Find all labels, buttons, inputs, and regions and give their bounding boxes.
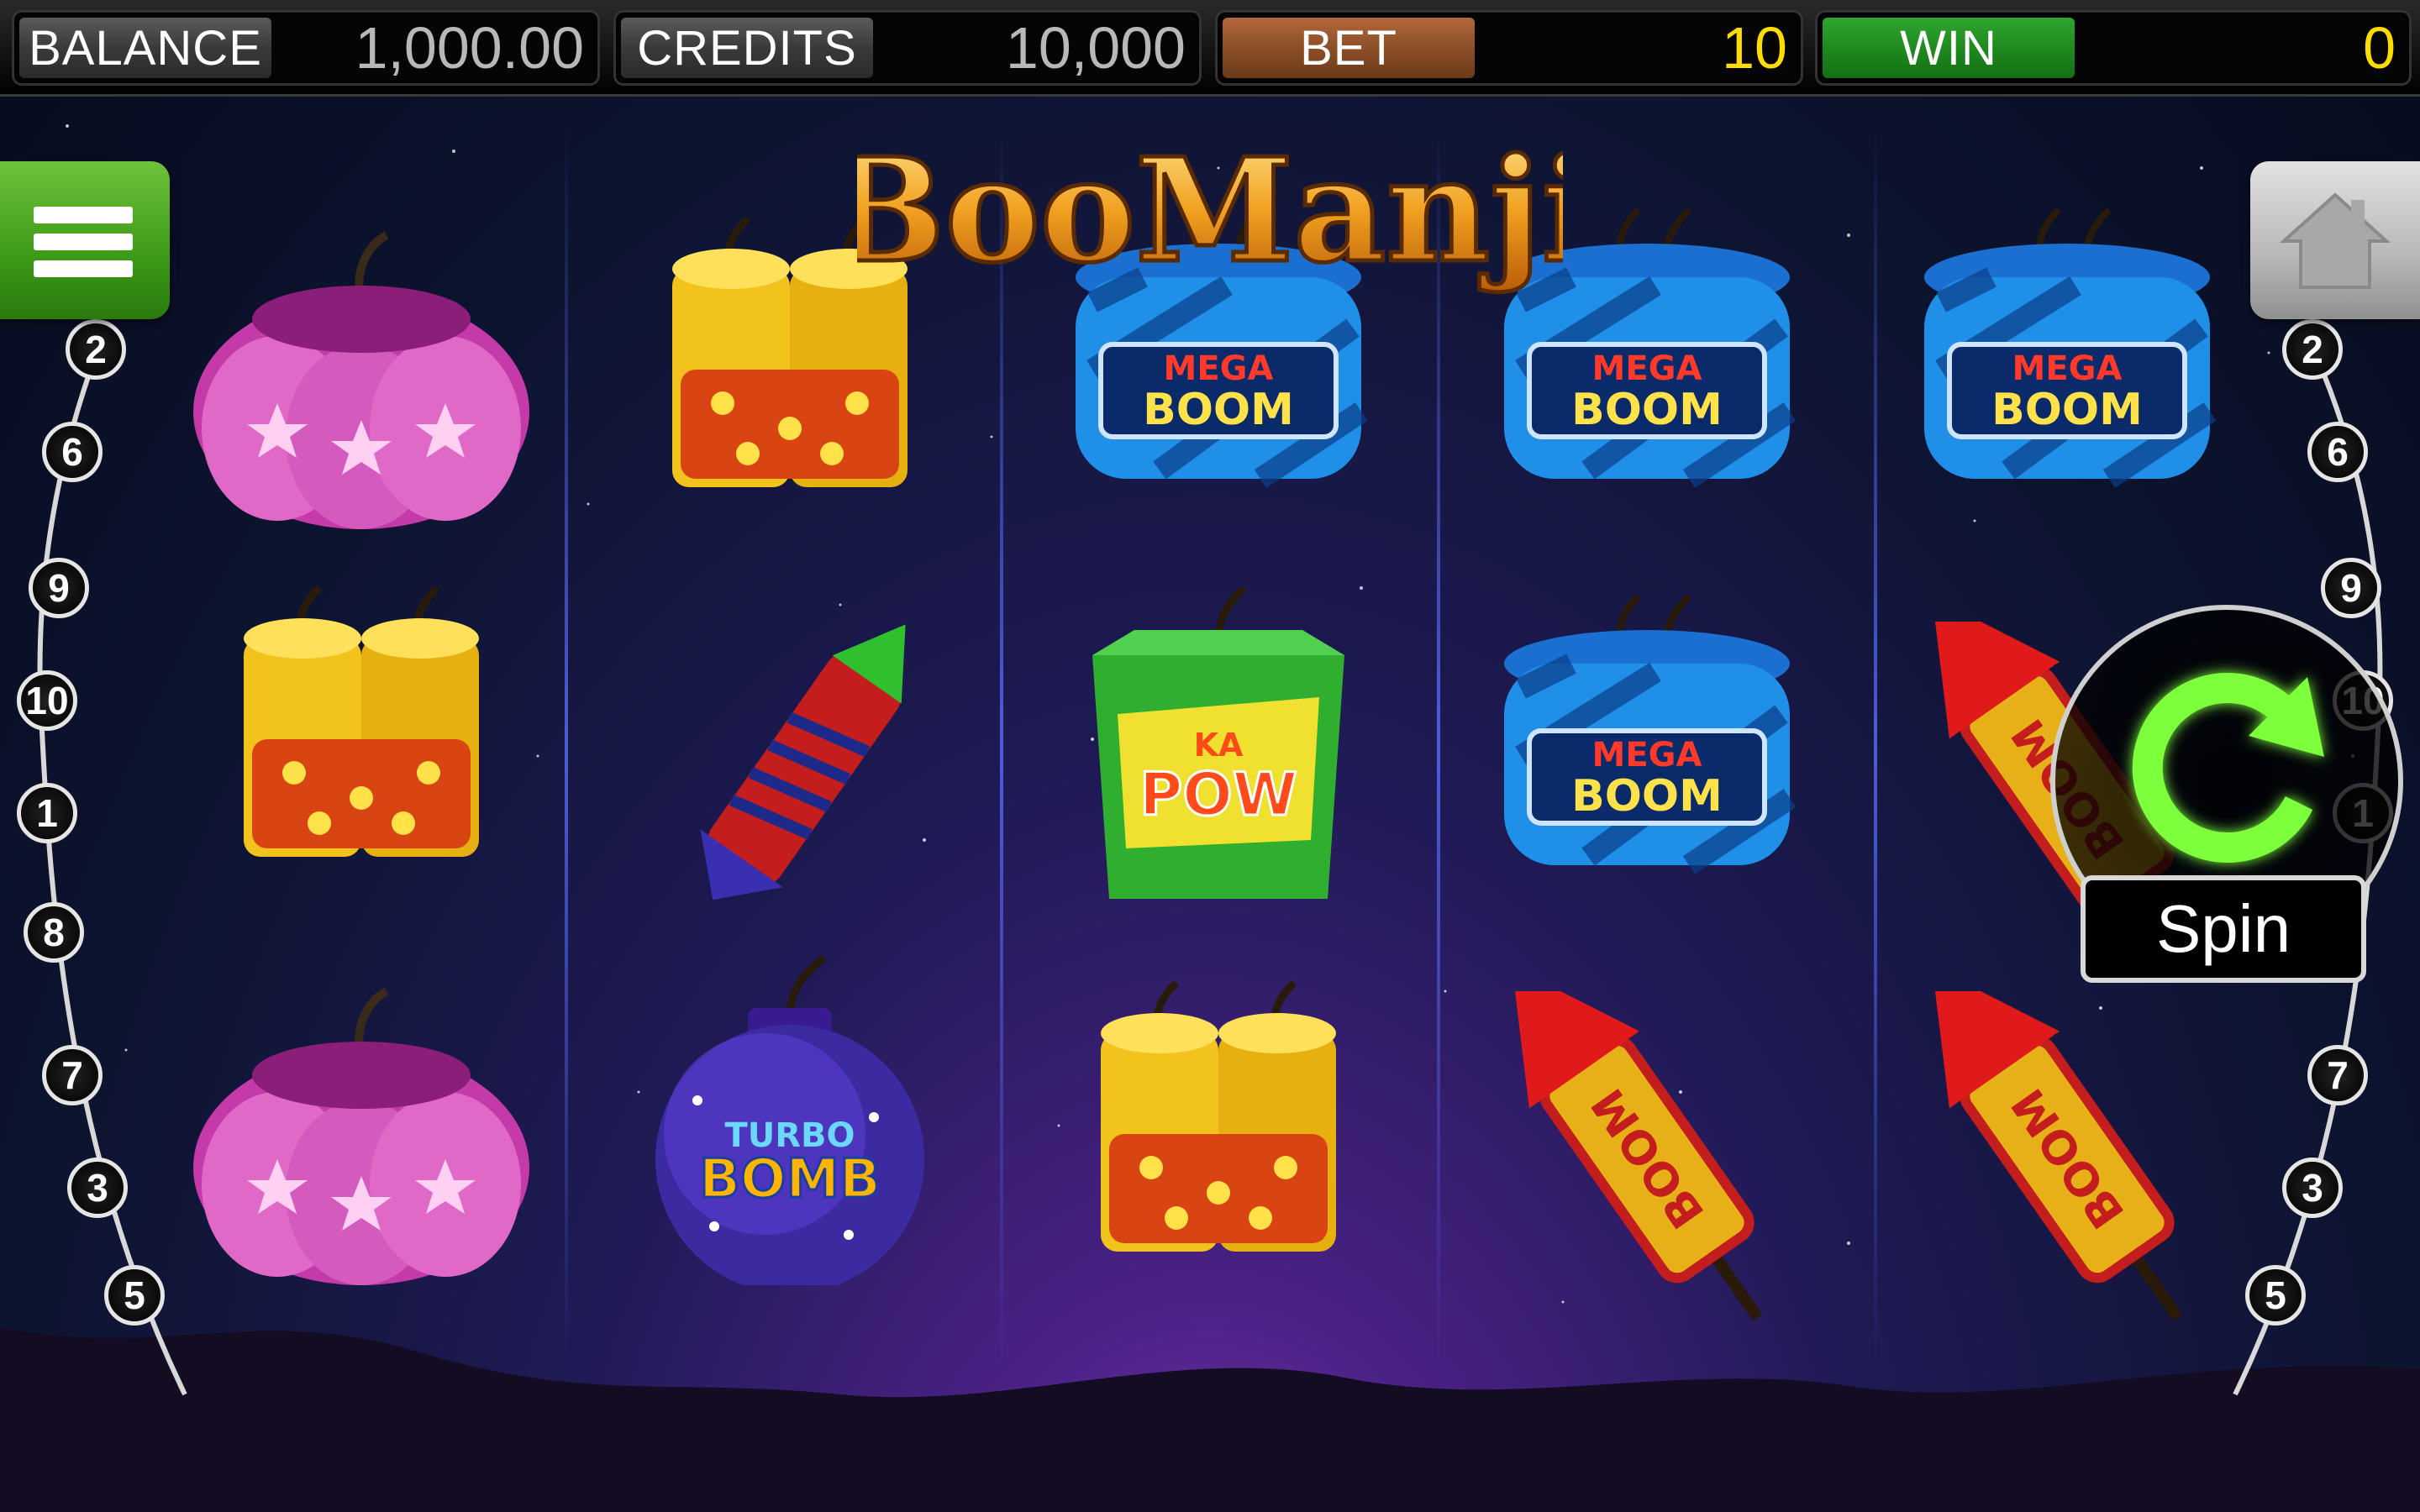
credits-label: CREDITS xyxy=(621,18,873,78)
boom-text: BOOM xyxy=(1571,771,1723,822)
balance-value: 1,000.00 xyxy=(355,15,584,81)
top-meter-bar: BALANCE 1,000.00 CREDITS 10,000 BET 10 W… xyxy=(0,0,2420,97)
payline-marker-right[interactable]: 5 xyxy=(2245,1265,2306,1326)
payline-marker-left[interactable]: 6 xyxy=(42,422,103,482)
balance-label: BALANCE xyxy=(19,18,271,78)
mega-text: MEGA xyxy=(1164,349,1274,388)
payline-marker-left[interactable]: 1 xyxy=(17,783,77,843)
payline-marker-left[interactable]: 8 xyxy=(24,902,84,963)
bet-label: BET xyxy=(1223,18,1475,78)
symbol-mega-boom-drum: MEGA BOOM xyxy=(1454,588,1840,924)
bet-value: 10 xyxy=(1722,15,1787,81)
mega-text: MEGA xyxy=(1592,736,1702,774)
payline-marker-left[interactable]: 7 xyxy=(42,1045,103,1105)
win-meter: WIN 0 xyxy=(1815,10,2412,86)
payline-marker-right[interactable]: 2 xyxy=(2282,319,2343,380)
payline-marker-left[interactable]: 3 xyxy=(67,1158,128,1218)
symbol-turbo-bomb: TURBO BOMB xyxy=(597,949,983,1294)
menu-icon-bar xyxy=(34,260,133,277)
bet-meter[interactable]: BET 10 xyxy=(1215,10,1803,86)
boom-text: BOOM xyxy=(1143,385,1294,435)
credits-meter[interactable]: CREDITS 10,000 xyxy=(613,10,1202,86)
symbol-red-rocket xyxy=(597,622,983,958)
payline-marker-left[interactable]: 5 xyxy=(104,1265,165,1326)
symbol-mega-boom-drum: MEGA BOOM xyxy=(1874,202,2260,538)
menu-button[interactable] xyxy=(0,161,170,319)
mega-text: MEGA xyxy=(1592,349,1702,388)
home-button[interactable] xyxy=(2250,161,2420,319)
pow-text: POW xyxy=(1139,760,1297,829)
mega-text: MEGA xyxy=(2012,349,2123,388)
symbol-boom-rocket: BOOM xyxy=(1454,966,1840,1327)
credits-value: 10,000 xyxy=(1005,15,1186,81)
symbol-yellow-firecracker-pair xyxy=(168,571,555,907)
payline-marker-right[interactable]: 7 xyxy=(2307,1045,2368,1105)
symbol-pink-star-cracker xyxy=(168,958,555,1294)
logo-text: BooManji xyxy=(857,127,1563,295)
ka-text: KA xyxy=(1194,727,1244,764)
boom-text: BOOM xyxy=(1571,385,1723,435)
win-label: WIN xyxy=(1823,18,2075,78)
game-logo: BooManji xyxy=(857,125,1563,297)
payline-rail-left xyxy=(37,351,187,1396)
payline-marker-right[interactable]: 3 xyxy=(2282,1158,2343,1218)
boom-text: BOOM xyxy=(1991,385,2143,435)
win-value: 0 xyxy=(2363,15,2396,81)
payline-marker-left[interactable]: 10 xyxy=(17,670,77,731)
home-icon xyxy=(2279,192,2391,289)
symbol-kapow-box: KA POW xyxy=(1025,585,1412,924)
payline-marker-right[interactable]: 6 xyxy=(2307,422,2368,482)
symbol-pink-star-cracker xyxy=(168,202,555,538)
symbol-boom-rocket: BOOM xyxy=(1874,966,2260,1327)
payline-marker-left[interactable]: 9 xyxy=(29,558,89,618)
spin-label[interactable]: Spin xyxy=(2081,875,2366,983)
bomb-text: BOMB xyxy=(699,1148,881,1210)
reel-divider xyxy=(565,126,568,1369)
symbol-yellow-firecracker-pair xyxy=(1025,966,1412,1302)
menu-icon-bar xyxy=(34,207,133,223)
payline-marker-left[interactable]: 2 xyxy=(66,319,126,380)
balance-meter: BALANCE 1,000.00 xyxy=(12,10,600,86)
menu-icon-bar xyxy=(34,234,133,250)
